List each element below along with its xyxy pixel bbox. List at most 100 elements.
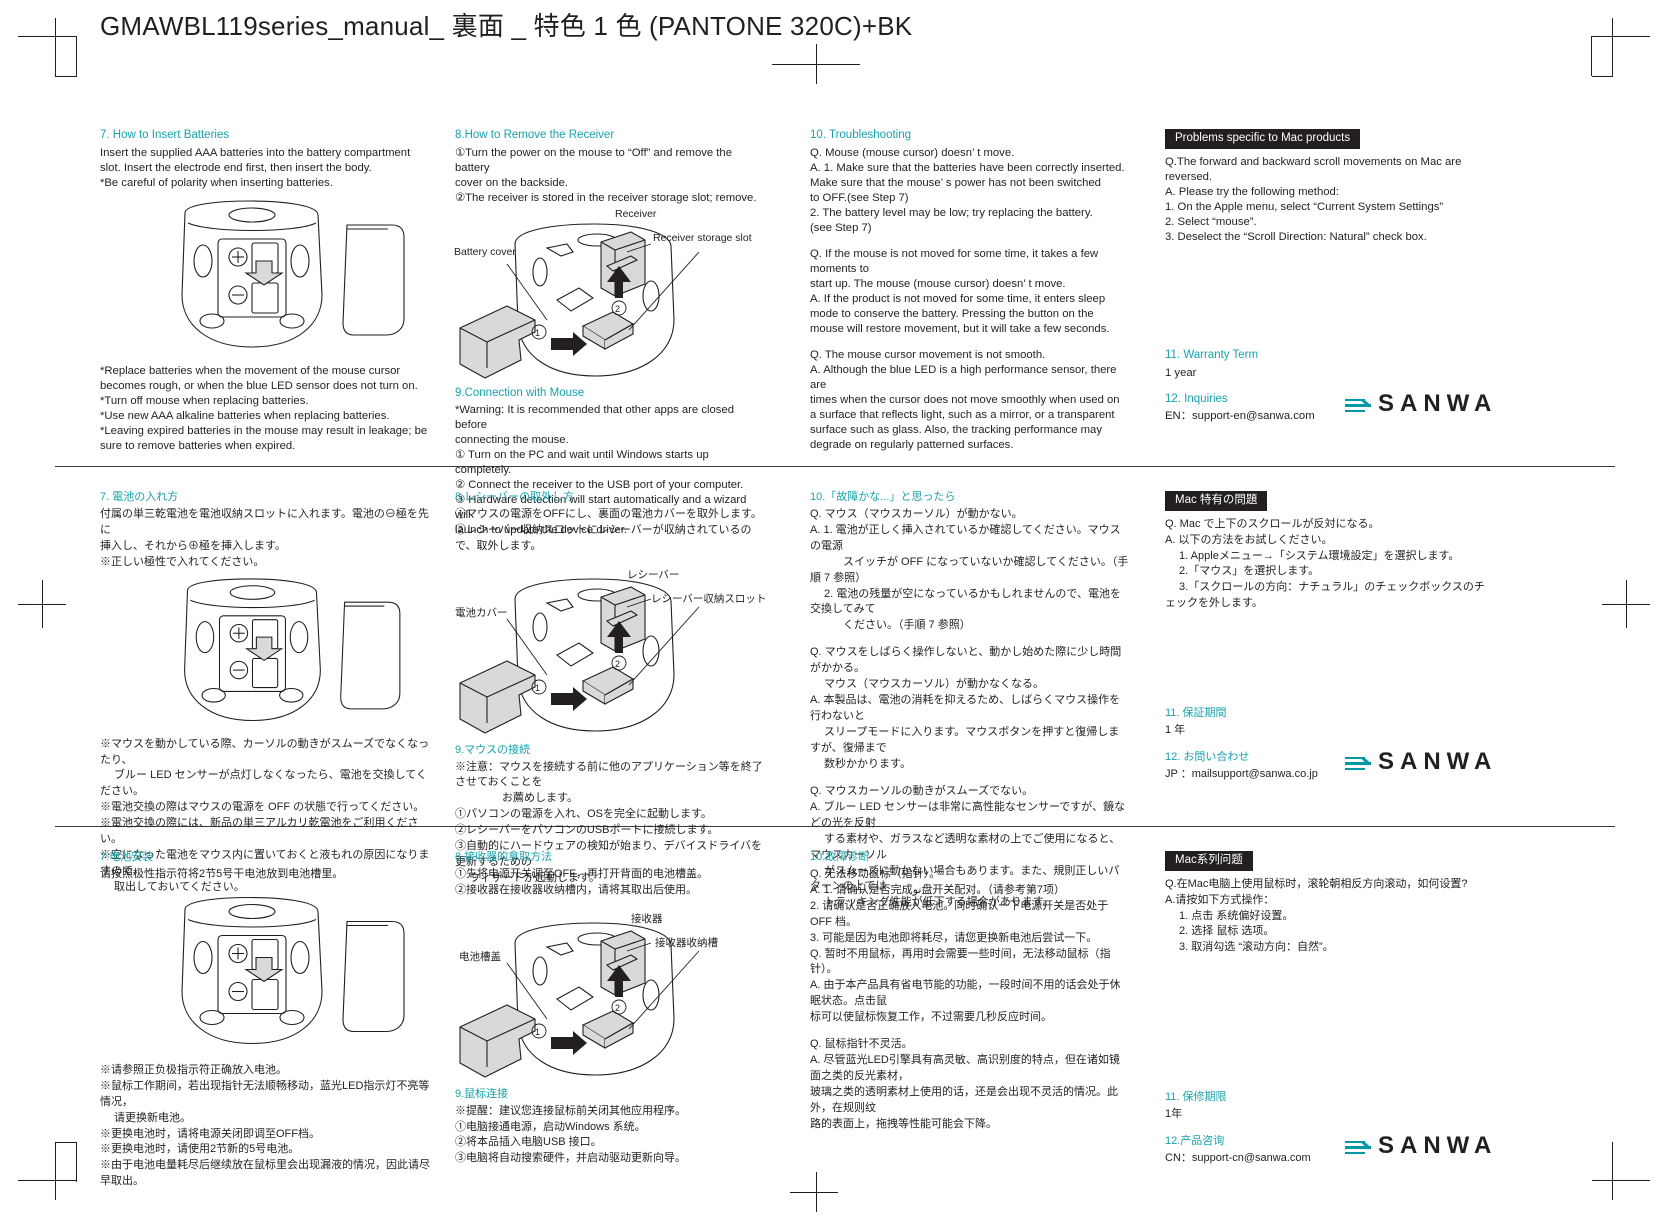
cn-batteries-note-0: ※请参照正负极指示符正确放入电池。 [100, 1063, 287, 1076]
crop-mark-center-bottom-h [790, 1192, 838, 1193]
en-ts-b1-l1: moments to [810, 262, 870, 275]
mouse-bottom-battery-svg-jp [184, 577, 401, 721]
mouse-receiver-svg-cn: 1 2 [459, 922, 700, 1078]
label-receiver-storage-slot: Receiver storage slot [653, 231, 752, 244]
en-mac-badge: Problems specific to Mac products [1165, 129, 1361, 149]
jp-receiver-illustration: レシーバー レシーバー収納スロット 電池カバー 1 2 [455, 561, 766, 743]
label-battery-cover: Battery cover [454, 245, 516, 258]
en-ts-b0-l5: (see Step 7) [810, 221, 872, 234]
en-ts-b2-l2: times when the cursor does not move smoo… [810, 393, 1120, 406]
jp-batteries-line-1: 挿入し、それから⊕極を挿入します。 [100, 539, 286, 552]
crop-mark-top-left-h [18, 36, 76, 37]
sanwa-logo-en: SANWA [1345, 390, 1497, 418]
en-warranty-value: 1 year [1165, 366, 1197, 379]
en-ts-b2-l5: degrade on regularly patterned surfaces. [810, 438, 1014, 451]
cn-ts-b0-l1: A. 1. 请确认是否完成نو盘开关配对。（请参考第7项） [810, 883, 1066, 896]
sanwa-arrow-lines-icon [1345, 396, 1371, 413]
jp-ts-b1-l3: スリープモードに入ります。マウスボタンを押すと復帰しますが、復帰まで [810, 726, 1120, 754]
cn-mac-l4: 3. 取消勾选 “滚动方向：自然”。 [1165, 941, 1334, 954]
jp-troubleshooting-heading: 10.「故障かな...」と思ったら [810, 491, 956, 503]
cn-batteries-note-5: ※由于电池电量耗尽后继续放在鼠标里会出现漏液的情况，因此请尽早取出。 [100, 1159, 430, 1188]
jp-receiver-line-0: ①マウスの電源をOFFにし、裏面の電池カバーを取外します。 [455, 507, 762, 520]
cn-mac-l0: Q.在Mac电脑上使用鼠标时，滚轮朝相反方向滚动，如何设置? [1165, 877, 1468, 890]
cn-connection-heading: 9.鼠标连接 [455, 1087, 509, 1100]
jp-mac-l0: Q. Mac で上下のスクロールが反対になる。 [1165, 517, 1380, 530]
jp-batteries-line-2: ※正しい極性で入れてください。 [100, 555, 265, 568]
jp-mac-l4: 3.「スクロールの方向：ナチュラル」のチェックボックスのチェックを外します。 [1165, 581, 1485, 610]
sanwa-wordmark-en: SANWA [1378, 390, 1498, 417]
jp-connection-line-1: お薦めします。 [455, 792, 578, 805]
jp-mac-badge: Mac 特有の問題 [1165, 491, 1268, 511]
cn-batteries-note-4: ※更换电池时，请使用2节新的5号电池。 [100, 1143, 300, 1156]
cn-mac-l2: 1. 点击 系统偏好设置。 [1165, 909, 1294, 922]
crop-mark-top-right-inner-h [1592, 76, 1613, 77]
jp-ts-b0-l0: Q. マウス（マウスカーソル）が動かない。 [810, 507, 1023, 520]
svg-text:2: 2 [615, 304, 620, 314]
cn-ts-b0-l4: Q. 暂时不用鼠标，再用时会需要一些时间，无法移动鼠标（指针）。 [810, 947, 1111, 976]
jp-troubleshooting-column: 10.「故障かな...」と思ったら Q. マウス（マウスカーソル）が動かない。 … [810, 490, 1130, 911]
cn-batteries-note-2: 请更换新电池。 [100, 1111, 192, 1124]
sanwa-wordmark-jp: SANWA [1378, 748, 1498, 775]
en-batteries-note-2: *Turn off mouse when replacing batteries… [100, 394, 309, 407]
label-receiver-cn: 接收器 [631, 912, 663, 925]
en-receiver-column: 8.How to Remove the Receiver ①Turn the p… [454, 128, 765, 538]
cn-receiver-column: 8.接收器的拿取方法 ①先将电源开关调至OFF，再打开背面的电池槽盖。 ②接收器… [455, 850, 765, 1167]
en-batteries-note-1: becomes rough, or when the blue LED sens… [100, 379, 418, 392]
crop-mark-bottom-left-h [18, 1180, 76, 1181]
sanwa-logo-jp: SANWA [1345, 748, 1497, 776]
label-receiver-storage-slot-cn: 接收器收纳槽 [655, 936, 718, 949]
en-mac-l5: 3. Deselect the “Scroll Direction: Natur… [1165, 230, 1427, 243]
en-batteries-line-1: slot. Insert the electrode end first, th… [100, 161, 372, 174]
en-mac-l4: 2. Select “mouse”. [1165, 215, 1257, 228]
cn-batteries-note-1: ※鼠标工作期间，若出现指针无法顺畅移动，蓝光LED指示灯不亮等情况， [100, 1079, 430, 1108]
en-receiver-line-2: ②The receiver is stored in the receiver … [455, 191, 757, 204]
en-troubleshooting-heading: 10. Troubleshooting [810, 129, 912, 141]
crop-mark-top-right-inner-v [1591, 36, 1592, 76]
crop-mark-top-left-inner-v [76, 36, 77, 76]
jp-connection-line-2: ①パソコンの電源を入れ、OSを完全に起動します。 [455, 808, 712, 821]
en-ts-b2-l1: A. Although the blue LED is a high perfo… [810, 363, 1117, 391]
sanwa-logo-cn: SANWA [1345, 1132, 1497, 1160]
jp-mac-l3: 2.「マウス」を選択します。 [1165, 565, 1320, 578]
cn-receiver-line-0: ①先将电源开关调至OFF，再打开背面的电池槽盖。 [455, 867, 708, 880]
label-receiver-jp: レシーバー [627, 568, 680, 581]
cn-troubleshooting-column: 10.故障诊断 Q. 无法移动鼠标（指针）。 A. 1. 请确认是否完成نو盘开… [810, 850, 1130, 1133]
en-batteries-note-5: sure to remove batteries when expired. [100, 439, 296, 452]
jp-batteries-heading: 7. 電池の入れ方 [100, 491, 179, 503]
sanwa-arrow-lines-icon [1345, 1138, 1371, 1155]
cn-mac-l3: 2. 选择 鼠标 选项。 [1165, 925, 1275, 938]
en-ts-b0-l1: A. 1. Make sure that the batteries have … [810, 161, 1125, 174]
en-ts-b2-l3: a surface that reflects light, such as a… [810, 408, 1115, 421]
en-ts-b1-l3: A. If the product is not moved for some … [810, 292, 1106, 305]
manual-page: GMAWBL119series_manual_ 裏面 _ 特色 1 色 (PAN… [0, 0, 1667, 1218]
jp-batteries-note-2: ※電池交換の際はマウスの電源を OFF の状態で行ってください。 [100, 801, 425, 814]
sanwa-wordmark-cn: SANWA [1378, 1132, 1498, 1159]
en-connection-heading: 9.Connection with Mouse [455, 386, 585, 399]
en-mac-l0: Q.The forward and backward scroll moveme… [1165, 155, 1462, 168]
crop-mark-top-right-v [1612, 18, 1613, 76]
jp-warranty-heading: 11. 保証期間 [1165, 707, 1227, 719]
en-receiver-line-1: cover on the backside. [455, 176, 569, 189]
jp-mac-l1: A. 以下の方法をお試しください。 [1165, 533, 1333, 546]
cn-batteries-line-0: 请按照极性指示符将2节5号干电池放到电池槽里。 [100, 867, 344, 880]
jp-ts-b0-l1: A. 1. 電池が正しく挿入されているか確認してください。マウスの電源 [810, 523, 1121, 552]
cn-ts-b0-l3: 3. 可能是因为电池即将耗尽，请您更换新电池后尝试一下。 [810, 931, 1098, 944]
cn-receiver-heading: 8.接收器的拿取方法 [455, 851, 553, 863]
jp-connection-heading: 9.マウスの接続 [455, 743, 531, 756]
cn-warranty-heading: 11. 保修期限 [1165, 1091, 1227, 1103]
cn-mac-l1: A.请按如下方式操作： [1165, 893, 1275, 906]
cn-connection-line-3: ③电脑将自动搜索硬件，并启动驱动更新向导。 [455, 1152, 686, 1165]
en-mac-column: Problems specific to Mac products Q.The … [1165, 128, 1495, 245]
en-batteries-heading: 7. How to Insert Batteries [100, 129, 230, 141]
cn-troubleshooting-heading: 10.故障诊断 [810, 851, 870, 863]
en-mac-l3: 1. On the Apple menu, select “Current Sy… [1165, 200, 1444, 213]
cn-batteries-note-3: ※更换电池时，请将电源关闭即调至OFF档。 [100, 1127, 320, 1140]
en-connection-line-2: ① Turn on the PC and wait until Windows … [455, 449, 709, 477]
jp-ts-b2-l0: Q. マウスカーソルの動きがスムーズでない。 [810, 784, 1034, 797]
cn-ts-b0-l0: Q. 无法移动鼠标（指针）。 [810, 867, 941, 880]
section-divider-en-jp [55, 466, 1615, 467]
cn-connection-line-0: ※提醒：建议您连接鼠标前关闭其他应用程序。 [455, 1104, 686, 1117]
jp-batteries-column: 7. 電池の入れ方 付属の単三乾電池を電池収納スロットに入れます。電池の⊖極を先… [100, 490, 435, 896]
cn-batteries-heading: 7.电池安装 [100, 851, 154, 863]
svg-text:2: 2 [615, 659, 620, 669]
